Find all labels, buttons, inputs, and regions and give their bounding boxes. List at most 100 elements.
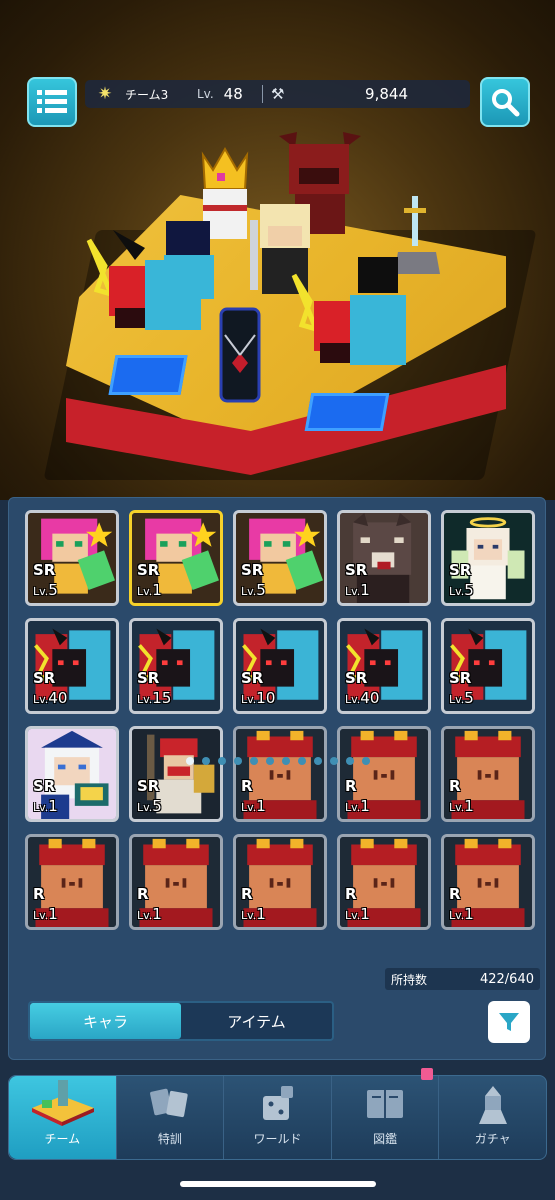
page-dot[interactable] bbox=[233, 757, 242, 765]
character-card[interactable]: SR Lv.10 bbox=[233, 618, 327, 714]
card-level-prefix: Lv. bbox=[449, 693, 465, 706]
page-dot[interactable] bbox=[249, 757, 258, 765]
character-card[interactable]: R Lv.1 bbox=[25, 834, 119, 930]
character-card[interactable]: R Lv.1 bbox=[337, 726, 431, 822]
card-rank: SR bbox=[137, 561, 160, 579]
page-dot[interactable] bbox=[329, 757, 338, 765]
card-rank: R bbox=[449, 777, 461, 795]
nav-world-label: ワールド bbox=[253, 1132, 302, 1146]
character-grid: SR Lv.5 SR Lv.1 SR Lv.5 SR Lv.1 SR Lv.5 … bbox=[25, 510, 535, 930]
card-level-prefix: Lv. bbox=[137, 801, 153, 814]
character-card[interactable]: SR Lv.40 bbox=[25, 618, 119, 714]
card-level-prefix: Lv. bbox=[345, 801, 361, 814]
character-card[interactable]: R Lv.1 bbox=[233, 726, 327, 822]
card-level-prefix: Lv. bbox=[449, 585, 465, 598]
nav-encyclopedia[interactable]: 図鑑 bbox=[332, 1076, 440, 1159]
page-dot[interactable] bbox=[313, 757, 322, 765]
card-level-prefix: Lv. bbox=[241, 909, 257, 922]
card-level-value: 1 bbox=[152, 581, 162, 599]
page-dot[interactable] bbox=[345, 757, 354, 765]
home-indicator[interactable] bbox=[180, 1181, 376, 1187]
card-level: Lv.1 bbox=[345, 581, 370, 599]
page-dot[interactable] bbox=[201, 757, 210, 765]
card-level-value: 5 bbox=[152, 797, 162, 815]
red-blue-beast-unit[interactable] bbox=[280, 255, 420, 385]
card-level-prefix: Lv. bbox=[449, 909, 465, 922]
character-card[interactable]: SR Lv.40 bbox=[337, 618, 431, 714]
tab-items[interactable]: アイテム bbox=[181, 1003, 332, 1039]
card-rank: SR bbox=[33, 561, 56, 579]
card-rank: R bbox=[241, 777, 253, 795]
page-dot[interactable] bbox=[185, 757, 194, 765]
page-dot[interactable] bbox=[297, 757, 306, 765]
page-dot[interactable] bbox=[217, 757, 226, 765]
character-card[interactable]: R Lv.1 bbox=[129, 834, 223, 930]
divider bbox=[261, 85, 263, 103]
card-rank: R bbox=[33, 885, 45, 903]
character-card[interactable]: SR Lv.5 bbox=[233, 510, 327, 606]
card-level-value: 1 bbox=[256, 905, 266, 923]
notification-badge bbox=[421, 1068, 433, 1080]
card-level-value: 1 bbox=[256, 797, 266, 815]
character-card[interactable]: R Lv.1 bbox=[337, 834, 431, 930]
empty-slot-tile[interactable] bbox=[304, 393, 390, 431]
world-dice-icon bbox=[263, 1086, 294, 1120]
card-rank: SR bbox=[241, 561, 264, 579]
card-level-prefix: Lv. bbox=[33, 585, 49, 598]
page-dot[interactable] bbox=[361, 757, 370, 765]
character-card[interactable]: R Lv.1 bbox=[441, 726, 535, 822]
page-indicator[interactable] bbox=[0, 757, 555, 765]
card-level: Lv.1 bbox=[241, 797, 266, 815]
card-level: Lv.1 bbox=[137, 581, 162, 599]
owned-count: 所持数 422/640 bbox=[385, 968, 540, 990]
team-scene[interactable]: ✷ チーム3 Lv. 48 ⚒ 9,844 bbox=[0, 0, 555, 500]
nav-training[interactable]: 特訓 bbox=[117, 1076, 225, 1159]
team-board-icon bbox=[32, 1080, 95, 1126]
card-level: Lv.1 bbox=[33, 797, 58, 815]
gacha-icon bbox=[478, 1086, 507, 1124]
empty-slot-tile[interactable] bbox=[108, 355, 188, 395]
filter-button[interactable] bbox=[488, 1001, 530, 1043]
card-rank: SR bbox=[449, 561, 472, 579]
character-card[interactable]: SR Lv.5 bbox=[441, 618, 535, 714]
card-level-value: 1 bbox=[360, 581, 370, 599]
card-level: Lv.40 bbox=[33, 689, 67, 707]
character-card[interactable]: SR Lv.1 bbox=[337, 510, 431, 606]
card-level-prefix: Lv. bbox=[33, 801, 49, 814]
character-card[interactable]: R Lv.1 bbox=[233, 834, 327, 930]
character-card[interactable]: SR Lv.1 bbox=[25, 726, 119, 822]
card-level-value: 5 bbox=[256, 581, 266, 599]
nav-encyclopedia-label: 図鑑 bbox=[373, 1132, 398, 1146]
blue-armor-unit[interactable] bbox=[160, 215, 220, 305]
card-level-value: 1 bbox=[48, 905, 58, 923]
tab-characters[interactable]: キャラ bbox=[30, 1003, 181, 1039]
nav-team[interactable]: チーム bbox=[9, 1076, 117, 1159]
training-cards-icon bbox=[149, 1088, 188, 1118]
character-card[interactable]: SR Lv.1 bbox=[129, 510, 223, 606]
black-shield-unit[interactable] bbox=[215, 305, 265, 405]
character-card[interactable]: SR Lv.5 bbox=[25, 510, 119, 606]
card-rank: SR bbox=[33, 777, 56, 795]
character-inventory-panel: SR Lv.5 SR Lv.1 SR Lv.5 SR Lv.1 SR Lv.5 … bbox=[8, 497, 546, 1060]
nav-world[interactable]: ワールド bbox=[224, 1076, 332, 1159]
character-card[interactable]: SR Lv.15 bbox=[129, 618, 223, 714]
list-menu-button[interactable] bbox=[27, 77, 77, 127]
page-dot[interactable] bbox=[281, 757, 290, 765]
card-level-prefix: Lv. bbox=[345, 585, 361, 598]
character-card[interactable]: SR Lv.5 bbox=[441, 510, 535, 606]
character-card[interactable]: SR Lv.5 bbox=[129, 726, 223, 822]
card-level: Lv.5 bbox=[241, 581, 266, 599]
nav-gacha-label: ガチャ bbox=[474, 1132, 511, 1146]
card-level: Lv.1 bbox=[345, 905, 370, 923]
search-icon bbox=[492, 89, 520, 117]
card-level: Lv.5 bbox=[137, 797, 162, 815]
card-level: Lv.5 bbox=[449, 689, 474, 707]
owned-count-label: 所持数 bbox=[391, 972, 428, 987]
nav-gacha[interactable]: ガチャ bbox=[439, 1076, 546, 1159]
search-button[interactable] bbox=[480, 77, 530, 127]
page-dot[interactable] bbox=[265, 757, 274, 765]
card-level-value: 1 bbox=[48, 797, 58, 815]
card-rank: R bbox=[137, 885, 149, 903]
list-menu-icon bbox=[37, 90, 67, 113]
character-card[interactable]: R Lv.1 bbox=[441, 834, 535, 930]
